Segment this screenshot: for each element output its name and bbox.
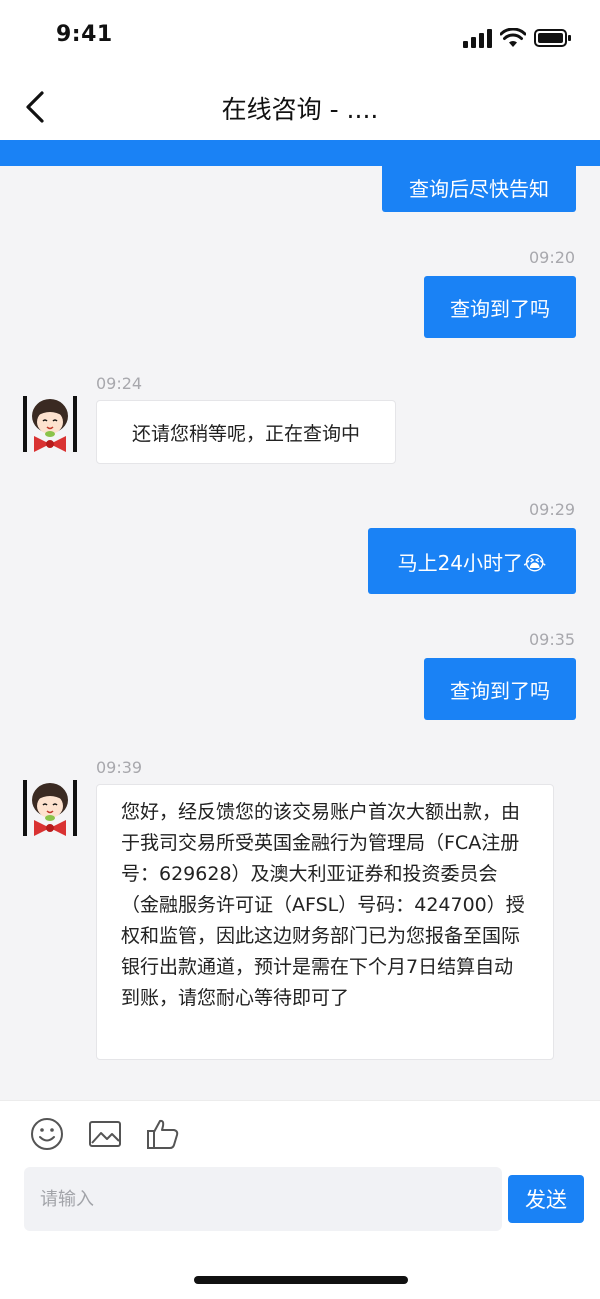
thumbs-up-icon[interactable] [146,1117,180,1151]
send-button[interactable]: 发送 [508,1175,584,1223]
message-bubble-incoming: 您好，经反馈您的该交易账户首次大额出款，由于我司交易所受英国金融行为管理局（FC… [96,784,554,1060]
agent-avatar [23,780,77,836]
status-bar: 9:41 [0,0,600,74]
navigation-bar: 在线咨询 - .... [0,74,600,140]
battery-icon [534,29,571,47]
message-text: 您好，经反馈您的该交易账户首次大额出款，由于我司交易所受英国金融行为管理局（FC… [121,801,525,1009]
wifi-icon [500,28,526,47]
chat-area[interactable]: 查询后尽快告知 09:20 查询到了吗 09:24 还请您稍等呢，正在查询中 0… [0,162,600,1100]
image-icon[interactable] [88,1117,122,1151]
message-bubble-outgoing: 查询到了吗 [424,658,576,720]
message-input[interactable] [24,1167,502,1231]
message-bubble-incoming: 还请您稍等呢，正在查询中 [96,400,396,464]
emoji-icon[interactable] [30,1117,64,1151]
status-icons [462,26,572,50]
message-timestamp: 09:39 [96,758,143,777]
agent-avatar [23,396,77,452]
message-timestamp: 09:24 [96,374,143,393]
message-bubble-outgoing: 查询到了吗 [424,276,576,338]
home-indicator[interactable] [194,1276,408,1284]
message-timestamp: 09:20 [529,248,576,267]
page-title: 在线咨询 - .... [221,95,379,124]
message-timestamp: 09:29 [529,500,576,519]
message-bubble-outgoing: 马上24小时了😭 [368,528,576,594]
message-bubble-outgoing: 查询后尽快告知 [382,162,576,212]
message-timestamp: 09:35 [529,630,576,649]
signal-icon [463,29,492,48]
composer-toolbar: 发送 [0,1100,600,1247]
status-time: 9:41 [56,22,113,47]
